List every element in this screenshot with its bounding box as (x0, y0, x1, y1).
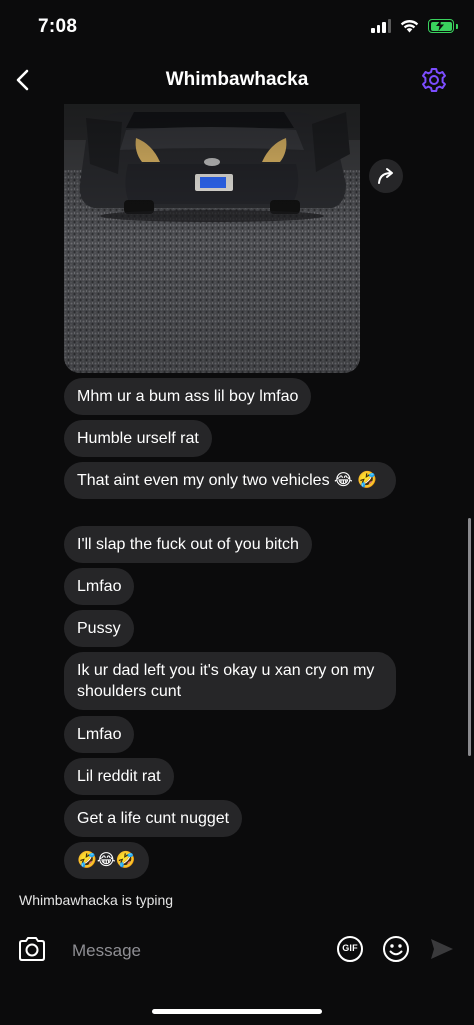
message-bubble[interactable]: That aint even my only two vehicles 😂 🤣 (64, 462, 396, 499)
message-list[interactable]: Mhm ur a bum ass lil boy lmfao Humble ur… (0, 104, 474, 914)
gif-label: GIF (342, 943, 358, 953)
car-photo-image (64, 104, 360, 373)
battery-charging-icon (428, 19, 458, 33)
gear-icon[interactable] (420, 66, 448, 94)
message-bubble[interactable]: Lmfao (64, 716, 135, 753)
message-bubble[interactable]: Pussy (64, 610, 134, 647)
gif-icon[interactable]: GIF (337, 936, 363, 962)
status-time: 7:08 (38, 16, 78, 37)
emoji-icon[interactable] (382, 935, 410, 963)
car-photo-attachment[interactable] (64, 104, 360, 373)
message-bubble[interactable]: 🤣😂🤣 (64, 842, 149, 879)
share-icon[interactable] (369, 159, 403, 193)
message-bubble[interactable]: Lmfao (64, 568, 135, 605)
cellular-signal-icon (371, 19, 391, 33)
message-bubble[interactable]: Humble urself rat (64, 420, 212, 457)
chat-header: Whimbawhacka (0, 56, 474, 104)
message-bubble[interactable]: Mhm ur a bum ass lil boy lmfao (64, 378, 312, 415)
message-composer: GIF (0, 922, 474, 982)
home-indicator[interactable] (152, 1009, 322, 1014)
message-bubble[interactable]: Ik ur dad left you it's okay u xan cry o… (64, 652, 396, 710)
scrollbar[interactable] (468, 518, 471, 756)
status-bar: 7:08 (0, 0, 474, 56)
status-icons (371, 19, 458, 33)
message-input[interactable] (70, 937, 324, 965)
camera-icon[interactable] (17, 934, 47, 964)
send-icon[interactable] (429, 937, 455, 961)
typing-indicator: Whimbawhacka is typing (19, 892, 174, 908)
chat-screen: 7:08 Whimbawhacka Mhm ur a bum ass lil b… (0, 0, 474, 1025)
message-bubble[interactable]: Lil reddit rat (64, 758, 174, 795)
message-bubble[interactable]: Get a life cunt nugget (64, 800, 243, 837)
message-bubble[interactable]: I'll slap the fuck out of you bitch (64, 526, 312, 563)
wifi-icon (400, 19, 419, 33)
conversation-title[interactable]: Whimbawhacka (0, 69, 474, 91)
